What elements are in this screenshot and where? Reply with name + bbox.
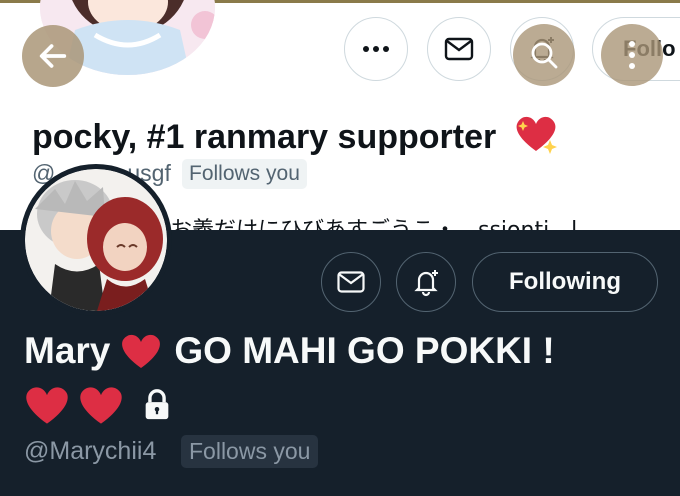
light-bio-text: お義だけにひびあすごうこ・…ssionti…l… [170, 212, 599, 230]
light-follows-you-badge: Follows you [182, 159, 307, 189]
message-button[interactable] [427, 17, 491, 81]
dark-name-part2: GO MAHI GO POKKI ! [174, 330, 555, 371]
search-button[interactable] [513, 24, 575, 86]
dark-message-button[interactable] [321, 252, 381, 312]
following-label: Following [509, 268, 621, 295]
red-heart-icon [26, 387, 68, 424]
dark-follows-you-badge: Follows you [181, 435, 319, 468]
dark-name-part1: Mary [24, 330, 111, 371]
vertical-dots-icon [629, 41, 635, 69]
dark-handle: @Marychii4 [24, 437, 157, 465]
overflow-menu-button[interactable] [601, 24, 663, 86]
more-button[interactable] [344, 17, 408, 81]
back-button[interactable] [22, 25, 84, 87]
envelope-icon [337, 271, 365, 293]
more-dots-icon [363, 46, 389, 52]
dark-display-name: Mary GO MAHI GO POKKI ! [24, 330, 555, 372]
search-icon [531, 42, 558, 69]
sparkling-heart-icon [516, 116, 557, 154]
arrow-left-icon [39, 44, 67, 68]
dark-profile-avatar[interactable] [20, 164, 172, 316]
light-display-name: pocky, #1 ranmary supporter [32, 114, 558, 157]
bell-plus-icon [414, 270, 438, 297]
light-name-text: pocky, #1 ranmary supporter [32, 118, 497, 156]
red-heart-icon [122, 334, 161, 368]
envelope-icon [444, 37, 474, 61]
following-button[interactable]: Following [472, 252, 658, 312]
dark-name-hearts [24, 384, 174, 426]
red-heart-icon [80, 387, 122, 424]
dark-notify-button[interactable] [396, 252, 456, 312]
lock-icon [145, 389, 169, 420]
